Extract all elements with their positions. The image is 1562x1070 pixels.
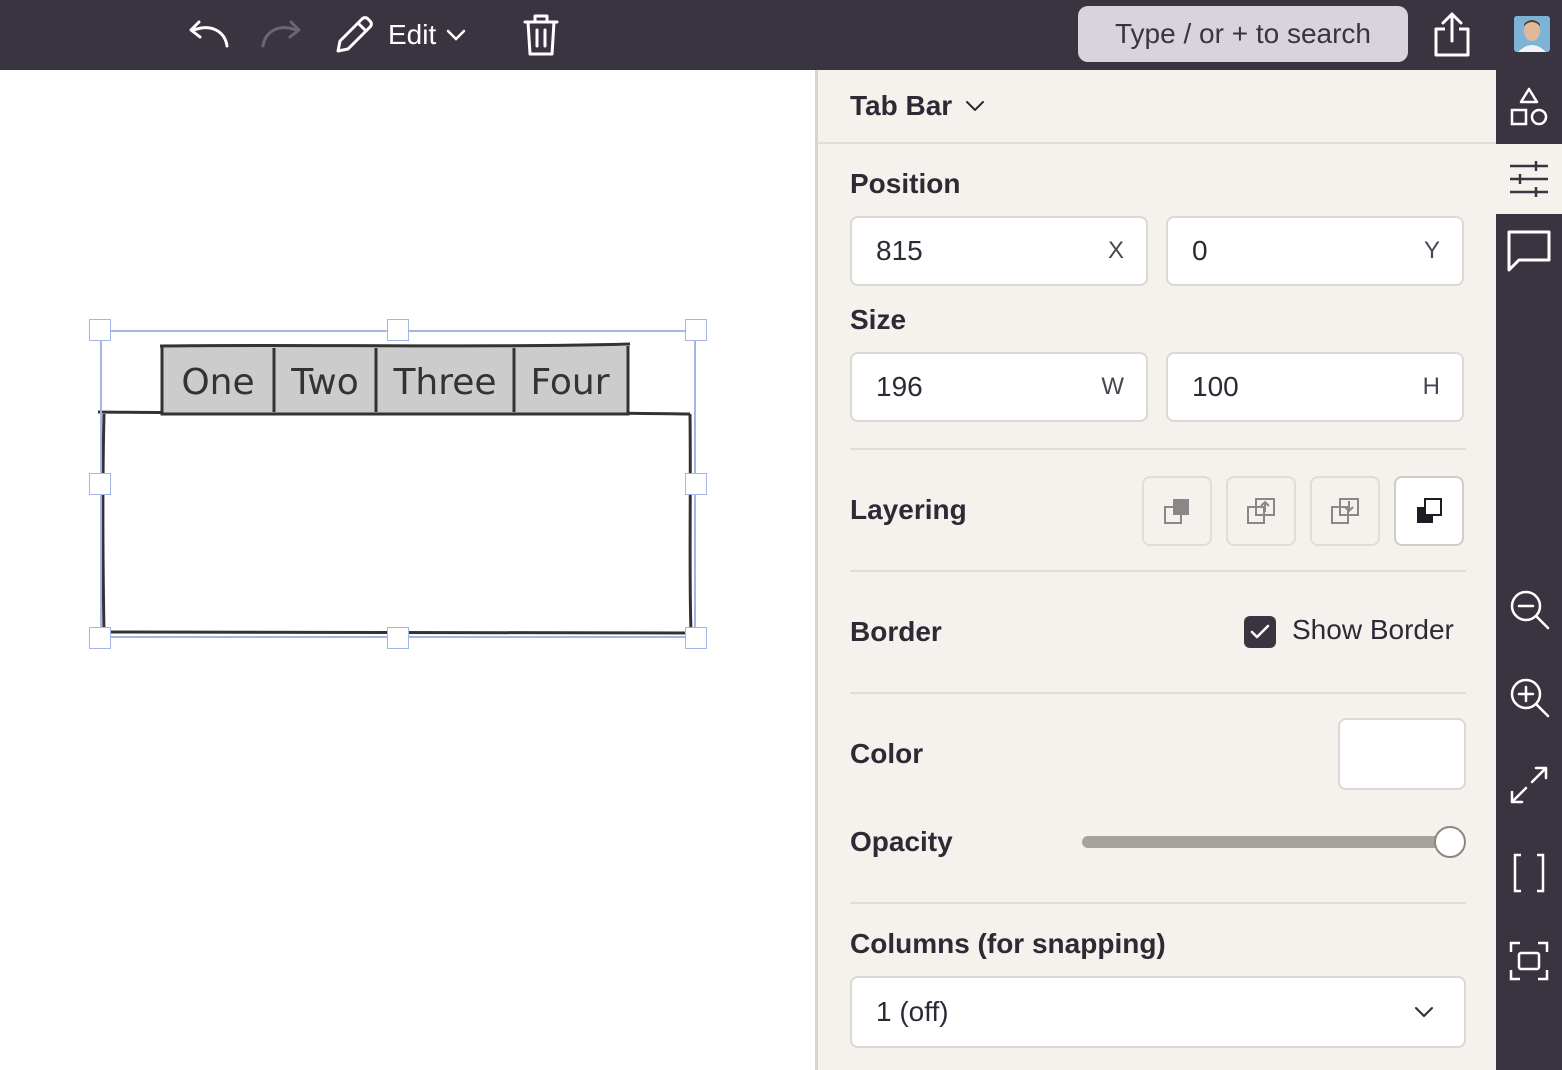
border-label: Border [850, 616, 942, 647]
send-backward-icon [1331, 498, 1359, 524]
trash-icon [523, 14, 559, 56]
edit-label: Edit [388, 19, 437, 50]
size-width-field[interactable]: 196 W [850, 352, 1148, 422]
zoom-in-button[interactable] [1496, 662, 1562, 732]
right-icon-rail [1496, 70, 1562, 1070]
resize-handle-bottom-left[interactable] [89, 627, 111, 649]
position-y-unit: Y [1423, 237, 1440, 264]
layering-label: Layering [850, 494, 967, 525]
fit-selection-button[interactable] [1496, 926, 1562, 996]
pencil-icon [336, 16, 373, 53]
properties-button[interactable] [1496, 144, 1562, 214]
position-label: Position [850, 168, 961, 199]
position-y-field[interactable]: 0 Y [1166, 216, 1464, 286]
search-input[interactable]: Type / or + to search [1078, 6, 1408, 62]
chevron-down-icon [1415, 1007, 1433, 1018]
design-canvas[interactable]: One Two Three Four [0, 70, 815, 1070]
fit-width-button[interactable] [1496, 838, 1562, 908]
resize-handle-right[interactable] [685, 473, 707, 495]
shapes-icon [1510, 87, 1548, 126]
color-swatch[interactable] [1338, 718, 1466, 790]
resize-handle-top-right[interactable] [685, 319, 707, 341]
zoom-in-icon [1510, 678, 1550, 718]
bring-forward-icon [1247, 498, 1275, 524]
divider [850, 902, 1466, 904]
bring-to-front-icon [1417, 498, 1442, 523]
panel-title: Tab Bar [850, 90, 953, 121]
columns-label: Columns (for snapping) [850, 928, 1166, 959]
size-label: Size [850, 304, 907, 335]
comments-button[interactable] [1496, 216, 1562, 286]
focus-frame-icon [1509, 941, 1549, 981]
resize-handle-left[interactable] [89, 473, 111, 495]
bring-forward-button[interactable] [1226, 476, 1296, 546]
divider [850, 692, 1466, 694]
shapes-library-button[interactable] [1496, 72, 1562, 142]
show-border-checkbox[interactable] [1244, 616, 1276, 648]
chevron-down-icon [966, 101, 985, 111]
undo-icon [189, 20, 229, 48]
opacity-label: Opacity [850, 826, 953, 857]
size-width-unit: W [1101, 373, 1124, 400]
show-border-label[interactable]: Show Border [1292, 614, 1454, 646]
selection-box [100, 330, 696, 638]
zoom-out-button[interactable] [1496, 574, 1562, 644]
send-to-back-button[interactable] [1142, 476, 1212, 546]
top-toolbar: Edit Type / or + to search [0, 0, 1562, 70]
opacity-slider-thumb[interactable] [1434, 826, 1466, 858]
resize-handle-bottom[interactable] [387, 627, 409, 649]
send-backward-button[interactable] [1310, 476, 1380, 546]
resize-handle-bottom-right[interactable] [685, 627, 707, 649]
checkmark-icon [1250, 624, 1270, 639]
share-icon [1434, 12, 1470, 57]
size-height-unit: H [1422, 373, 1440, 400]
redo-button[interactable] [256, 10, 306, 60]
chevron-down-icon [447, 29, 466, 41]
redo-icon [261, 20, 301, 48]
edit-menu-button[interactable]: Edit [330, 10, 490, 60]
size-height-value: 100 [1192, 371, 1239, 402]
user-avatar[interactable] [1514, 16, 1550, 52]
position-y-value: 0 [1192, 235, 1208, 266]
resize-handle-top[interactable] [387, 319, 409, 341]
undo-button[interactable] [184, 10, 234, 60]
resize-handle-top-left[interactable] [89, 319, 111, 341]
columns-select[interactable]: 1 (off) [850, 976, 1466, 1048]
size-width-value: 196 [876, 371, 923, 402]
fit-to-screen-button[interactable] [1496, 750, 1562, 820]
opacity-slider[interactable] [1082, 826, 1466, 858]
delete-button[interactable] [516, 10, 566, 60]
avatar-icon [1514, 16, 1550, 52]
zoom-out-icon [1510, 590, 1550, 630]
position-x-value: 815 [876, 235, 923, 266]
send-to-back-icon [1164, 499, 1189, 524]
brackets-icon [1513, 853, 1545, 893]
size-height-field[interactable]: 100 H [1166, 352, 1464, 422]
comment-icon [1507, 230, 1551, 272]
component-type-selector[interactable]: Tab Bar [818, 70, 1496, 144]
columns-selected-value: 1 (off) [876, 996, 949, 1027]
position-x-field[interactable]: 815 X [850, 216, 1148, 286]
divider [850, 570, 1466, 572]
bring-to-front-button[interactable] [1394, 476, 1464, 546]
expand-icon [1510, 766, 1548, 804]
share-button[interactable] [1426, 10, 1478, 60]
properties-panel: Tab Bar Position 815 X 0 Y Size 196 W 10… [815, 70, 1496, 1070]
sliders-icon [1510, 161, 1548, 197]
color-label: Color [850, 738, 924, 769]
divider [850, 448, 1466, 450]
position-x-unit: X [1107, 237, 1124, 264]
